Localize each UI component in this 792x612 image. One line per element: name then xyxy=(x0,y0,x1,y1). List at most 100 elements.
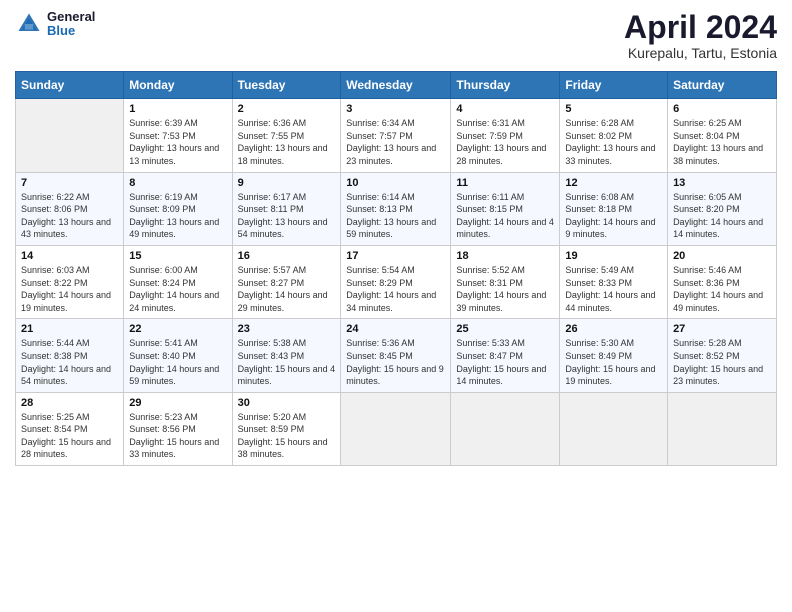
calendar-cell: 17Sunrise: 5:54 AMSunset: 8:29 PMDayligh… xyxy=(341,245,451,318)
day-number: 20 xyxy=(673,250,771,262)
day-number: 19 xyxy=(565,250,662,262)
day-info: Sunrise: 5:36 AMSunset: 8:45 PMDaylight:… xyxy=(346,337,445,387)
day-number: 30 xyxy=(238,397,336,409)
calendar-cell: 2 Sunrise: 6:36 AMSunset: 7:55 PMDaylight… xyxy=(232,99,341,172)
calendar-cell: 21 Sunrise: 5:44 AMSunset: 8:38 PMDayligh… xyxy=(16,319,124,392)
logo: General Blue xyxy=(15,10,95,39)
calendar-cell xyxy=(341,392,451,465)
day-number: 27 xyxy=(673,323,771,335)
day-number: 21 xyxy=(21,323,118,335)
day-header-sunday: Sunday xyxy=(16,72,124,99)
calendar-cell: 12Sunrise: 6:08 AMSunset: 8:18 PMDayligh… xyxy=(560,172,668,245)
day-info: Sunrise: 5:23 AMSunset: 8:56 PMDaylight:… xyxy=(129,411,226,461)
day-number: 9 xyxy=(238,177,336,189)
day-number: 10 xyxy=(346,177,445,189)
calendar-cell: 7Sunrise: 6:22 AMSunset: 8:06 PMDaylight… xyxy=(16,172,124,245)
calendar-week-4: 21 Sunrise: 5:44 AMSunset: 8:38 PMDayligh… xyxy=(16,319,777,392)
day-info: Sunrise: 6:22 AMSunset: 8:06 PMDaylight:… xyxy=(21,191,118,241)
calendar-cell: 20 Sunrise: 5:46 AMSunset: 8:36 PMDayligh… xyxy=(668,245,777,318)
day-info: Sunrise: 5:57 AMSunset: 8:27 PMDaylight:… xyxy=(238,264,336,314)
day-number: 24 xyxy=(346,323,445,335)
day-info: Sunrise: 5:20 AMSunset: 8:59 PMDaylight:… xyxy=(238,411,336,461)
day-header-saturday: Saturday xyxy=(668,72,777,99)
day-info: Sunrise: 6:25 AMSunset: 8:04 PMDaylight:… xyxy=(673,117,771,167)
calendar-cell: 26 Sunrise: 5:30 AMSunset: 8:49 PMDayligh… xyxy=(560,319,668,392)
day-number: 23 xyxy=(238,323,336,335)
day-header-wednesday: Wednesday xyxy=(341,72,451,99)
day-info: Sunrise: 5:44 AMSunset: 8:38 PMDaylight:… xyxy=(21,337,118,387)
logo-general: General xyxy=(47,10,95,24)
day-info: Sunrise: 5:33 AMSunset: 8:47 PMDaylight:… xyxy=(456,337,554,387)
logo-blue: Blue xyxy=(47,24,95,38)
day-header-monday: Monday xyxy=(124,72,232,99)
day-info: Sunrise: 5:52 AMSunset: 8:31 PMDaylight:… xyxy=(456,264,554,314)
day-number: 16 xyxy=(238,250,336,262)
calendar-cell xyxy=(16,99,124,172)
day-number: 29 xyxy=(129,397,226,409)
logo-text: General Blue xyxy=(47,10,95,39)
day-info: Sunrise: 5:54 AMSunset: 8:29 PMDaylight:… xyxy=(346,264,445,314)
calendar-cell: 18 Sunrise: 5:52 AMSunset: 8:31 PMDayligh… xyxy=(451,245,560,318)
calendar-header: SundayMondayTuesdayWednesdayThursdayFrid… xyxy=(16,72,777,99)
day-info: Sunrise: 6:11 AMSunset: 8:15 PMDaylight:… xyxy=(456,191,554,241)
calendar-cell: 25 Sunrise: 5:33 AMSunset: 8:47 PMDayligh… xyxy=(451,319,560,392)
calendar-cell xyxy=(560,392,668,465)
calendar-week-5: 28 Sunrise: 5:25 AMSunset: 8:54 PMDayligh… xyxy=(16,392,777,465)
calendar-cell: 15 Sunrise: 6:00 AMSunset: 8:24 PMDayligh… xyxy=(124,245,232,318)
day-number: 14 xyxy=(21,250,118,262)
day-info: Sunrise: 6:05 AMSunset: 8:20 PMDaylight:… xyxy=(673,191,771,241)
calendar-week-2: 7Sunrise: 6:22 AMSunset: 8:06 PMDaylight… xyxy=(16,172,777,245)
logo-icon xyxy=(15,10,43,38)
day-info: Sunrise: 5:46 AMSunset: 8:36 PMDaylight:… xyxy=(673,264,771,314)
calendar-cell: 9 Sunrise: 6:17 AMSunset: 8:11 PMDaylight… xyxy=(232,172,341,245)
calendar-week-3: 14 Sunrise: 6:03 AMSunset: 8:22 PMDayligh… xyxy=(16,245,777,318)
calendar-cell: 8 Sunrise: 6:19 AMSunset: 8:09 PMDaylight… xyxy=(124,172,232,245)
day-info: Sunrise: 5:25 AMSunset: 8:54 PMDaylight:… xyxy=(21,411,118,461)
calendar-cell: 1 Sunrise: 6:39 AMSunset: 7:53 PMDaylight… xyxy=(124,99,232,172)
day-info: Sunrise: 5:49 AMSunset: 8:33 PMDaylight:… xyxy=(565,264,662,314)
day-info: Sunrise: 5:41 AMSunset: 8:40 PMDaylight:… xyxy=(129,337,226,387)
day-info: Sunrise: 6:00 AMSunset: 8:24 PMDaylight:… xyxy=(129,264,226,314)
day-info: Sunrise: 5:30 AMSunset: 8:49 PMDaylight:… xyxy=(565,337,662,387)
day-info: Sunrise: 5:28 AMSunset: 8:52 PMDaylight:… xyxy=(673,337,771,387)
calendar-cell: 28 Sunrise: 5:25 AMSunset: 8:54 PMDayligh… xyxy=(16,392,124,465)
day-info: Sunrise: 6:17 AMSunset: 8:11 PMDaylight:… xyxy=(238,191,336,241)
day-header-tuesday: Tuesday xyxy=(232,72,341,99)
day-info: Sunrise: 6:31 AMSunset: 7:59 PMDaylight:… xyxy=(456,117,554,167)
calendar-cell: 23Sunrise: 5:38 AMSunset: 8:43 PMDayligh… xyxy=(232,319,341,392)
day-number: 2 xyxy=(238,103,336,115)
page: General Blue April 2024 Kurepalu, Tartu,… xyxy=(0,0,792,612)
calendar-cell: 10Sunrise: 6:14 AMSunset: 8:13 PMDayligh… xyxy=(341,172,451,245)
day-number: 18 xyxy=(456,250,554,262)
day-number: 28 xyxy=(21,397,118,409)
calendar-cell: 29 Sunrise: 5:23 AMSunset: 8:56 PMDayligh… xyxy=(124,392,232,465)
calendar-cell xyxy=(668,392,777,465)
day-number: 11 xyxy=(456,177,554,189)
calendar-cell xyxy=(451,392,560,465)
day-info: Sunrise: 6:19 AMSunset: 8:09 PMDaylight:… xyxy=(129,191,226,241)
day-number: 26 xyxy=(565,323,662,335)
day-number: 6 xyxy=(673,103,771,115)
calendar-cell: 27 Sunrise: 5:28 AMSunset: 8:52 PMDayligh… xyxy=(668,319,777,392)
day-info: Sunrise: 6:34 AMSunset: 7:57 PMDaylight:… xyxy=(346,117,445,167)
day-number: 15 xyxy=(129,250,226,262)
day-info: Sunrise: 6:03 AMSunset: 8:22 PMDaylight:… xyxy=(21,264,118,314)
day-info: Sunrise: 6:28 AMSunset: 8:02 PMDaylight:… xyxy=(565,117,662,167)
day-header-thursday: Thursday xyxy=(451,72,560,99)
calendar-body: 1 Sunrise: 6:39 AMSunset: 7:53 PMDaylight… xyxy=(16,99,777,466)
day-number: 13 xyxy=(673,177,771,189)
day-info: Sunrise: 6:36 AMSunset: 7:55 PMDaylight:… xyxy=(238,117,336,167)
calendar-cell: 5Sunrise: 6:28 AMSunset: 8:02 PMDaylight… xyxy=(560,99,668,172)
calendar-cell: 24 Sunrise: 5:36 AMSunset: 8:45 PMDayligh… xyxy=(341,319,451,392)
calendar-cell: 6 Sunrise: 6:25 AMSunset: 8:04 PMDaylight… xyxy=(668,99,777,172)
day-info: Sunrise: 6:39 AMSunset: 7:53 PMDaylight:… xyxy=(129,117,226,167)
day-number: 22 xyxy=(129,323,226,335)
calendar-table: SundayMondayTuesdayWednesdayThursdayFrid… xyxy=(15,71,777,466)
day-number: 3 xyxy=(346,103,445,115)
calendar-cell: 14 Sunrise: 6:03 AMSunset: 8:22 PMDayligh… xyxy=(16,245,124,318)
day-number: 25 xyxy=(456,323,554,335)
calendar-cell: 19 Sunrise: 5:49 AMSunset: 8:33 PMDayligh… xyxy=(560,245,668,318)
day-number: 8 xyxy=(129,177,226,189)
calendar-cell: 30 Sunrise: 5:20 AMSunset: 8:59 PMDayligh… xyxy=(232,392,341,465)
day-number: 1 xyxy=(129,103,226,115)
